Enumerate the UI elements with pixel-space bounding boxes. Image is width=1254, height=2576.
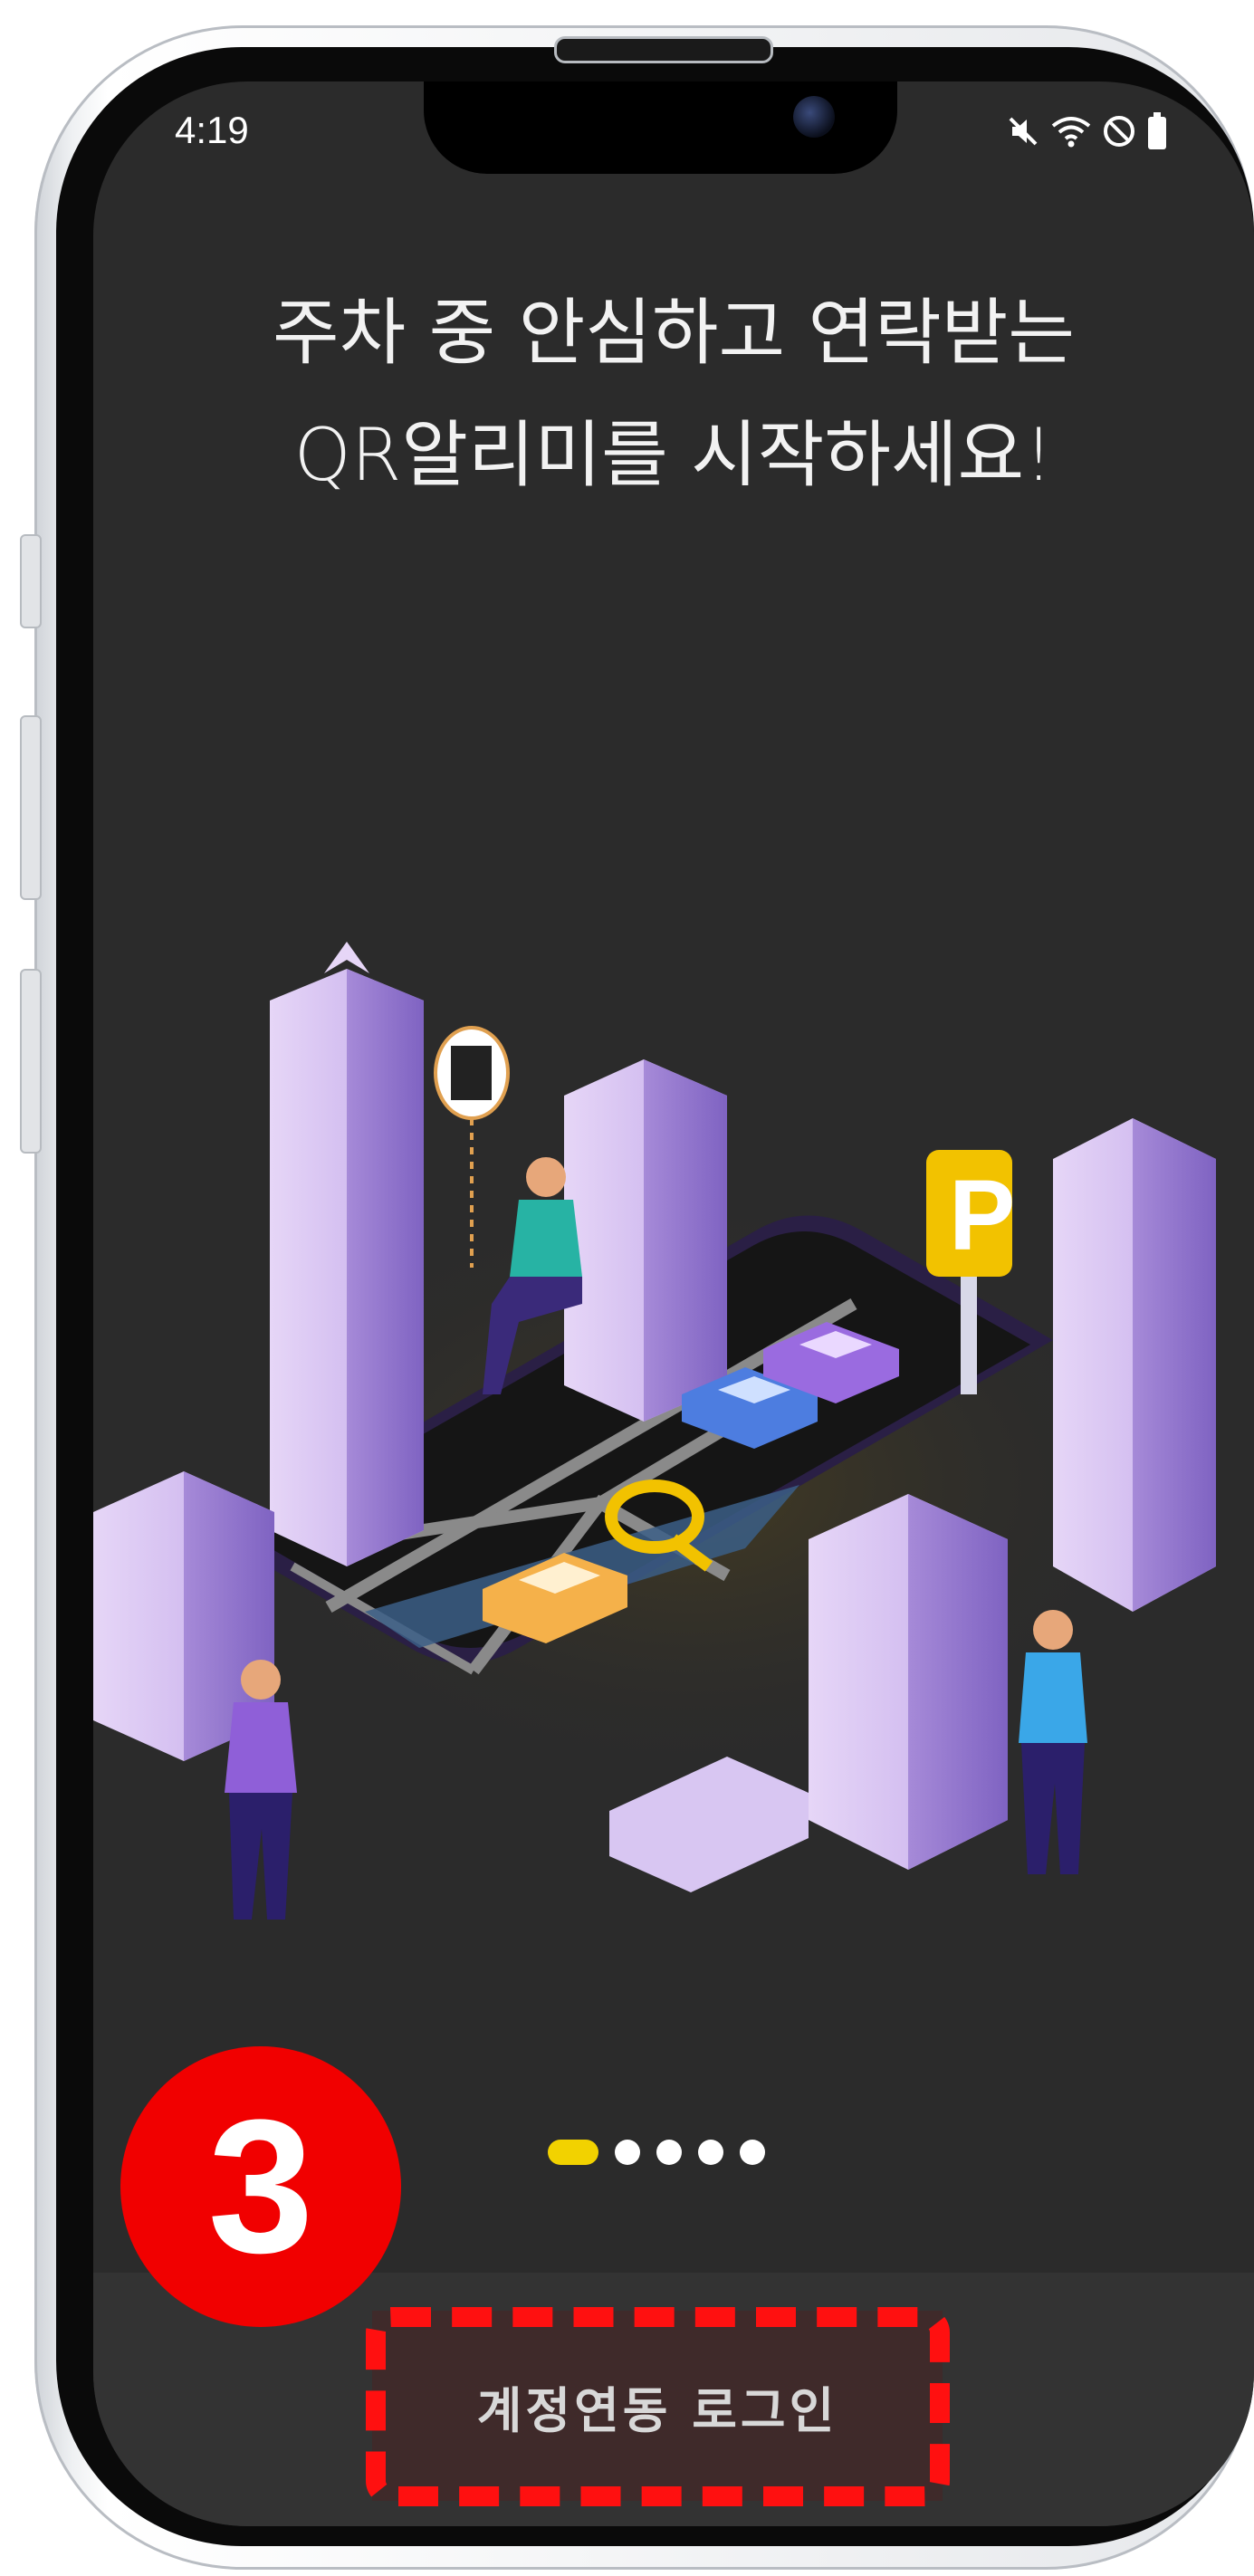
battery-icon bbox=[1148, 112, 1166, 149]
front-camera bbox=[793, 96, 835, 138]
side-button-volume-down bbox=[20, 969, 42, 1154]
wifi-icon bbox=[1051, 117, 1091, 148]
do-not-disturb-icon bbox=[1104, 116, 1134, 147]
tower-left-tall bbox=[270, 942, 424, 1566]
city-parking-illustration: P bbox=[93, 942, 1216, 1920]
page-dot[interactable] bbox=[656, 2140, 682, 2165]
svg-text:P: P bbox=[949, 1160, 1015, 1271]
page-dot-active[interactable] bbox=[548, 2140, 598, 2165]
page-dot[interactable] bbox=[615, 2140, 640, 2165]
page-dot[interactable] bbox=[740, 2140, 765, 2165]
tower-center bbox=[564, 1059, 727, 1422]
building-right-stacked bbox=[809, 1494, 1008, 1870]
page-dot[interactable] bbox=[698, 2140, 723, 2165]
onboarding-headline: 주차 중 안심하고 연락받는 QR알리미를 시작하세요! bbox=[93, 272, 1254, 516]
headline-line-2: QR알리미를 시작하세요! bbox=[293, 413, 1054, 497]
notch bbox=[424, 81, 897, 174]
step-number-badge: 3 bbox=[120, 2046, 401, 2327]
headline-line-1: 주차 중 안심하고 연락받는 bbox=[273, 291, 1075, 375]
side-button-silent bbox=[20, 534, 42, 628]
highlight-box bbox=[366, 2307, 950, 2506]
status-icons bbox=[1005, 112, 1168, 150]
status-time: 4:19 bbox=[175, 109, 249, 151]
side-button-volume-up bbox=[20, 715, 42, 900]
page-indicator bbox=[548, 2140, 765, 2165]
tower-right bbox=[1053, 1118, 1216, 1612]
speaker-grille bbox=[554, 36, 773, 63]
mute-icon bbox=[1009, 117, 1038, 146]
